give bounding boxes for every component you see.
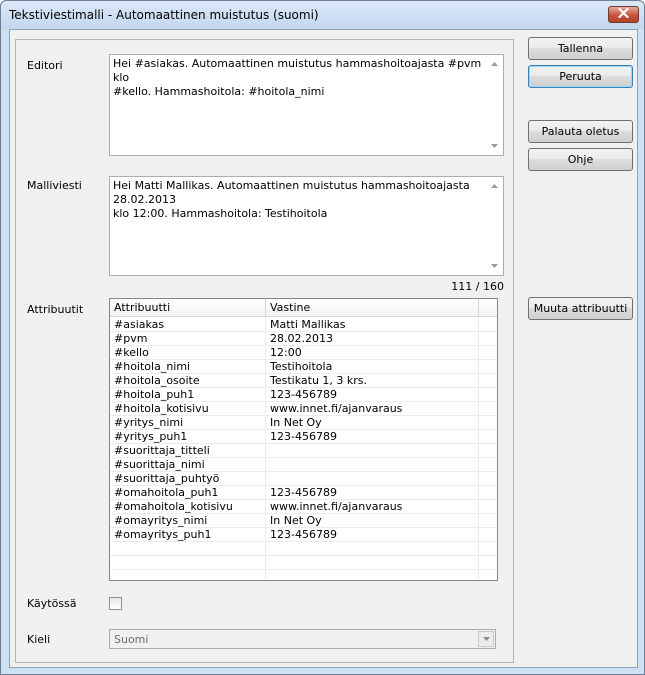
language-select[interactable]: Suomi xyxy=(109,629,496,649)
column-header-attribute[interactable]: Attribuutti xyxy=(110,299,266,317)
value-cell[interactable]: Testikatu 1, 3 krs. xyxy=(266,374,479,388)
table-row[interactable]: #omayritys_puh1 123-456789 xyxy=(110,528,497,542)
attribute-cell[interactable]: #omahoitola_puh1 xyxy=(110,486,266,500)
character-counter: 111 / 160 xyxy=(451,280,504,293)
attribute-cell[interactable]: #hoitola_puh1 xyxy=(110,388,266,402)
value-cell[interactable]: 123-456789 xyxy=(266,528,479,542)
table-row[interactable]: #omayritys_nimi In Net Oy xyxy=(110,514,497,528)
attribute-cell[interactable]: #omayritys_puh1 xyxy=(110,528,266,542)
language-value: Suomi xyxy=(114,633,149,646)
restore-default-button[interactable]: Palauta oletus xyxy=(528,120,633,143)
table-row[interactable]: #yritys_puh1 123-456789 xyxy=(110,430,497,444)
table-row[interactable]: #hoitola_nimi Testihoitola xyxy=(110,360,497,374)
close-icon xyxy=(618,7,629,21)
grid-header: Attribuutti Vastine xyxy=(110,299,497,317)
editor-text: Hei #asiakas. Automaattinen muistutus ha… xyxy=(113,57,482,98)
table-row[interactable]: #omahoitola_puh1 123-456789 xyxy=(110,486,497,500)
close-button[interactable] xyxy=(608,6,639,23)
value-cell[interactable]: 123-456789 xyxy=(266,486,479,500)
attribute-cell[interactable]: #kello xyxy=(110,346,266,360)
editor-label: Editori xyxy=(27,59,63,72)
preview-text: Hei Matti Mallikas. Automaattinen muistu… xyxy=(113,179,470,220)
attribute-cell[interactable]: #suorittaja_puhtyö xyxy=(110,472,266,486)
attribute-cell[interactable]: #hoitola_nimi xyxy=(110,360,266,374)
attribute-cell[interactable]: #omahoitola_kotisivu xyxy=(110,500,266,514)
value-cell[interactable]: 123-456789 xyxy=(266,388,479,402)
table-row[interactable]: #omahoitola_kotisivu www.innet.fi/ajanvar… xyxy=(110,500,497,514)
scroll-up-icon[interactable] xyxy=(486,179,503,193)
value-cell[interactable]: 123-456789 xyxy=(266,430,479,444)
attribute-cell[interactable]: #yritys_nimi xyxy=(110,416,266,430)
table-row[interactable]: #asiakas Matti Mallikas xyxy=(110,318,497,332)
template-panel: Editori Hei #asiakas. Automaattinen muis… xyxy=(15,39,514,663)
table-row[interactable]: #hoitola_kotisivu www.innet.fi/ajanvaraus xyxy=(110,402,497,416)
scroll-down-icon[interactable] xyxy=(486,259,503,273)
value-cell[interactable] xyxy=(266,472,479,486)
editor-scrollbar[interactable] xyxy=(486,55,503,155)
value-cell[interactable]: www.innet.fi/ajanvaraus xyxy=(266,402,479,416)
editor-textarea[interactable]: Hei #asiakas. Automaattinen muistutus ha… xyxy=(109,54,504,156)
attribute-cell[interactable]: #hoitola_kotisivu xyxy=(110,402,266,416)
attribute-cell[interactable]: #asiakas xyxy=(110,318,266,332)
attribute-cell[interactable]: #suorittaja_nimi xyxy=(110,458,266,472)
value-cell[interactable]: In Net Oy xyxy=(266,416,479,430)
table-row[interactable] xyxy=(110,542,497,556)
value-cell[interactable]: 12:00 xyxy=(266,346,479,360)
dialog-window: Tekstiviestimalli - Automaattinen muistu… xyxy=(0,0,645,675)
value-cell[interactable] xyxy=(266,458,479,472)
value-cell[interactable] xyxy=(266,542,479,556)
save-button[interactable]: Tallenna xyxy=(528,37,633,60)
value-cell[interactable] xyxy=(266,444,479,458)
table-row[interactable]: #yritys_nimi In Net Oy xyxy=(110,416,497,430)
preview-scrollbar[interactable] xyxy=(486,177,503,275)
value-cell[interactable]: Testihoitola xyxy=(266,360,479,374)
attribute-cell[interactable]: #pvm xyxy=(110,332,266,346)
value-cell[interactable]: In Net Oy xyxy=(266,514,479,528)
title-bar[interactable]: Tekstiviestimalli - Automaattinen muistu… xyxy=(1,1,644,29)
cancel-button[interactable]: Peruuta xyxy=(528,65,633,88)
attribute-cell[interactable] xyxy=(110,570,266,580)
help-button[interactable]: Ohje xyxy=(528,148,633,171)
enabled-label: Käytössä xyxy=(27,597,77,610)
preview-label: Malliviesti xyxy=(27,179,82,192)
window-title: Tekstiviestimalli - Automaattinen muistu… xyxy=(9,8,319,22)
attribute-cell[interactable]: #yritys_puh1 xyxy=(110,430,266,444)
attribute-cell[interactable] xyxy=(110,556,266,570)
value-cell[interactable] xyxy=(266,570,479,580)
table-row[interactable]: #suorittaja_puhtyö xyxy=(110,472,497,486)
table-row[interactable]: #hoitola_puh1 123-456789 xyxy=(110,388,497,402)
chevron-down-icon[interactable] xyxy=(478,631,494,647)
scroll-up-icon[interactable] xyxy=(486,57,503,71)
table-row[interactable]: #hoitola_osoite Testikatu 1, 3 krs. xyxy=(110,374,497,388)
column-header-value[interactable]: Vastine xyxy=(266,299,479,317)
attribute-cell[interactable]: #suorittaja_titteli xyxy=(110,444,266,458)
attribute-cell[interactable]: #omayritys_nimi xyxy=(110,514,266,528)
table-row[interactable] xyxy=(110,570,497,580)
dialog-client-area: Editori Hei #asiakas. Automaattinen muis… xyxy=(9,29,638,668)
value-cell[interactable] xyxy=(266,556,479,570)
attribute-cell[interactable] xyxy=(110,542,266,556)
table-row[interactable]: #pvm 28.02.2013 xyxy=(110,332,497,346)
attribute-cell[interactable]: #hoitola_osoite xyxy=(110,374,266,388)
table-row[interactable]: #suorittaja_nimi xyxy=(110,458,497,472)
attributes-grid[interactable]: Attribuutti Vastine #asiakas Matti Mallik… xyxy=(109,298,498,581)
scroll-down-icon[interactable] xyxy=(486,139,503,153)
value-cell[interactable]: Matti Mallikas xyxy=(266,318,479,332)
value-cell[interactable]: 28.02.2013 xyxy=(266,332,479,346)
language-label: Kieli xyxy=(27,633,51,646)
table-row[interactable]: #suorittaja_titteli xyxy=(110,444,497,458)
table-row[interactable]: #kello 12:00 xyxy=(110,346,497,360)
preview-textarea[interactable]: Hei Matti Mallikas. Automaattinen muistu… xyxy=(109,176,504,276)
change-attribute-button[interactable]: Muuta attribuutti xyxy=(528,297,633,320)
attributes-label: Attribuutit xyxy=(27,303,84,316)
value-cell[interactable]: www.innet.fi/ajanvaraus xyxy=(266,500,479,514)
enabled-checkbox[interactable] xyxy=(109,597,122,610)
table-row[interactable] xyxy=(110,556,497,570)
